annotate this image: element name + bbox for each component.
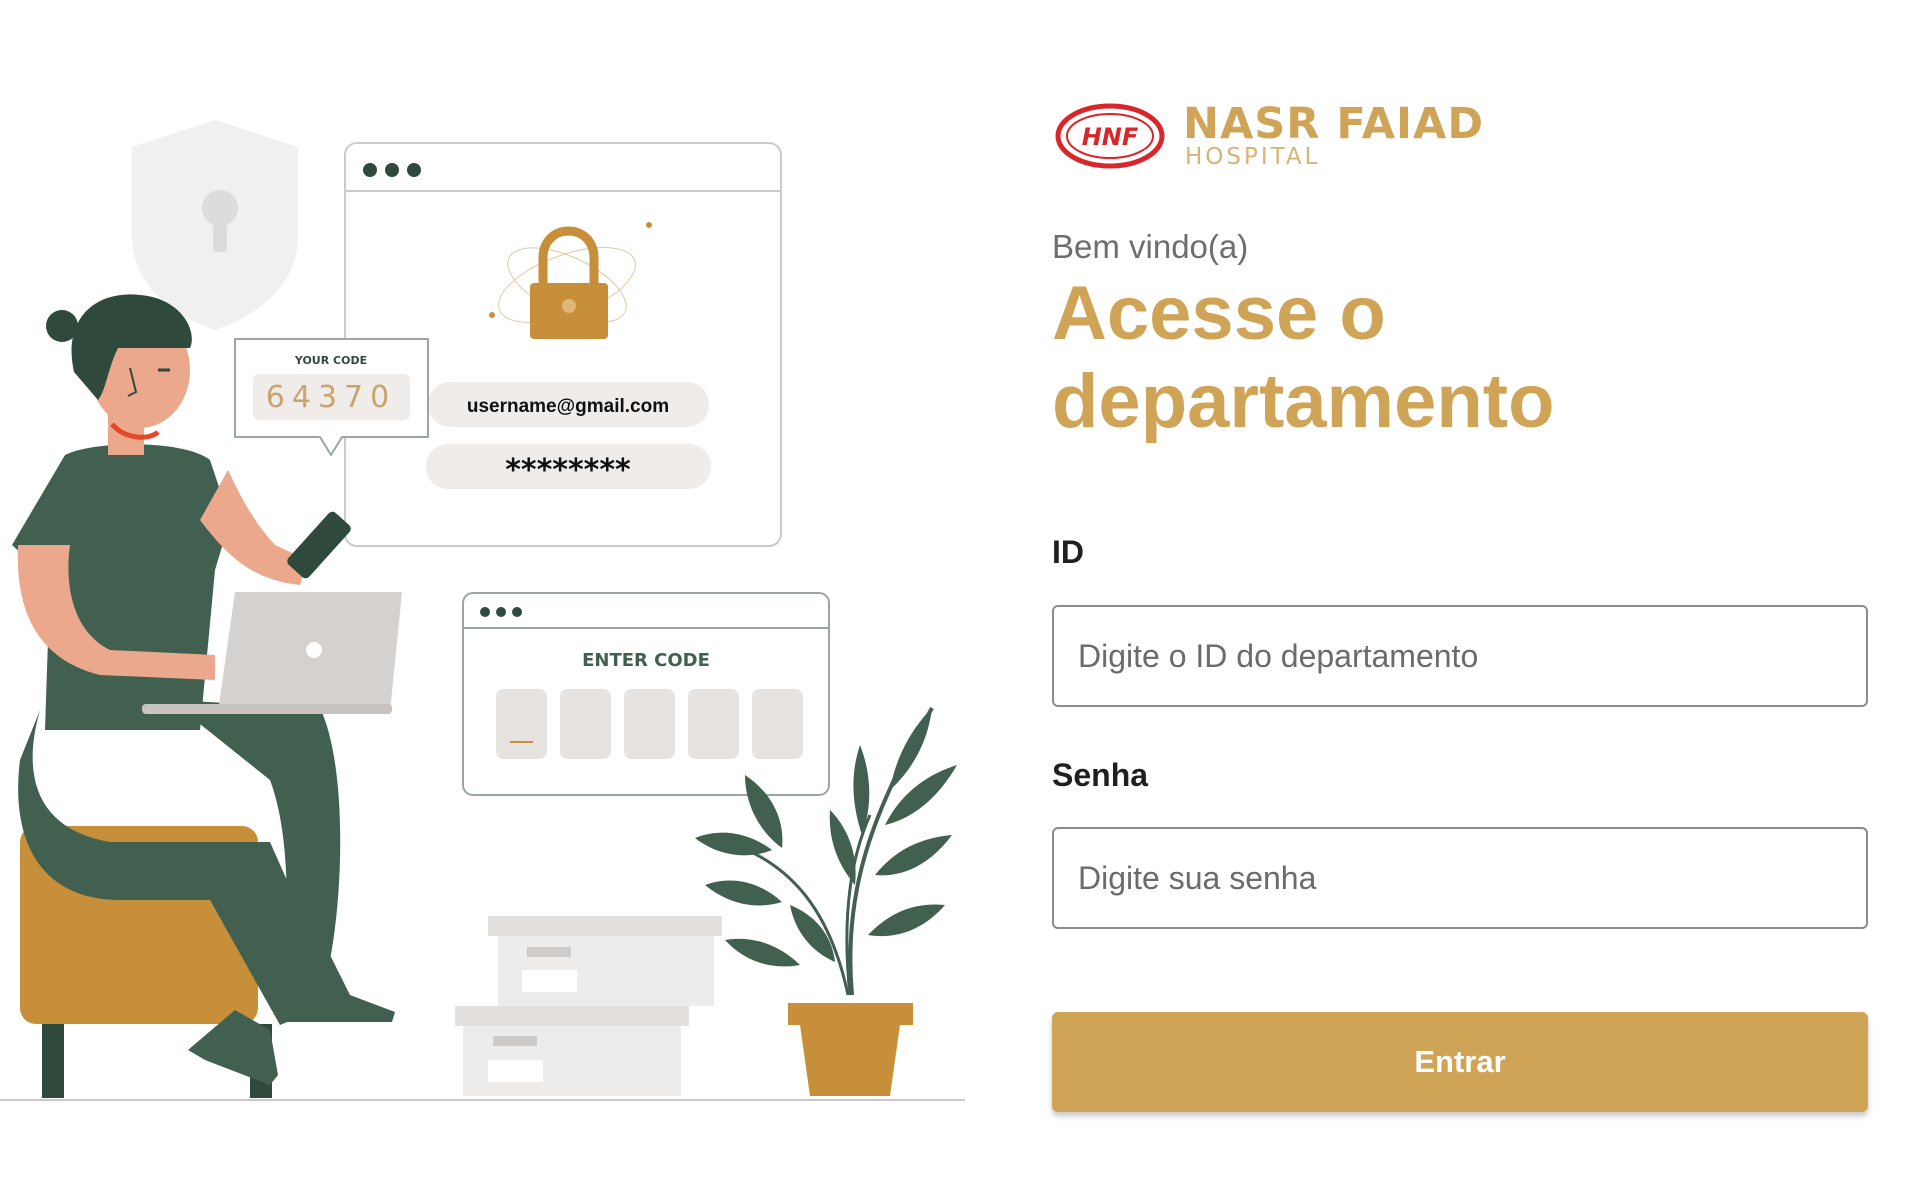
hospital-name: NASR FAIAD xyxy=(1183,99,1485,149)
email-text: username@gmail.com xyxy=(467,396,669,417)
password-label: Senha xyxy=(1052,757,1149,793)
hospital-logo: HNF NASR FAIAD HOSPITAL xyxy=(1052,98,1492,176)
hospital-subtitle: HOSPITAL xyxy=(1185,144,1321,170)
storage-boxes xyxy=(455,916,722,1096)
login-panel: HNF NASR FAIAD HOSPITAL Bem vindo(a) Ace… xyxy=(1052,0,1872,1178)
hnf-badge-icon: HNF xyxy=(1055,103,1165,169)
code-bubble-title: YOUR CODE xyxy=(294,354,367,367)
login-illustration: username@gmail.com ******** YOUR CODE 64… xyxy=(0,0,970,1178)
hnf-badge-text: HNF xyxy=(1082,123,1139,151)
enter-code-window xyxy=(462,592,830,796)
department-id-input[interactable] xyxy=(1052,605,1868,707)
id-label: ID xyxy=(1052,534,1084,570)
welcome-text: Bem vindo(a) xyxy=(1052,228,1249,265)
password-mask-text: ******** xyxy=(505,453,631,488)
code-value: 64370 xyxy=(266,380,396,415)
enter-code-title: ENTER CODE xyxy=(582,650,710,671)
page-title: Acesse o departamento xyxy=(1052,271,1555,444)
login-button[interactable]: Entrar xyxy=(1052,1012,1868,1112)
password-input[interactable] xyxy=(1052,827,1868,929)
